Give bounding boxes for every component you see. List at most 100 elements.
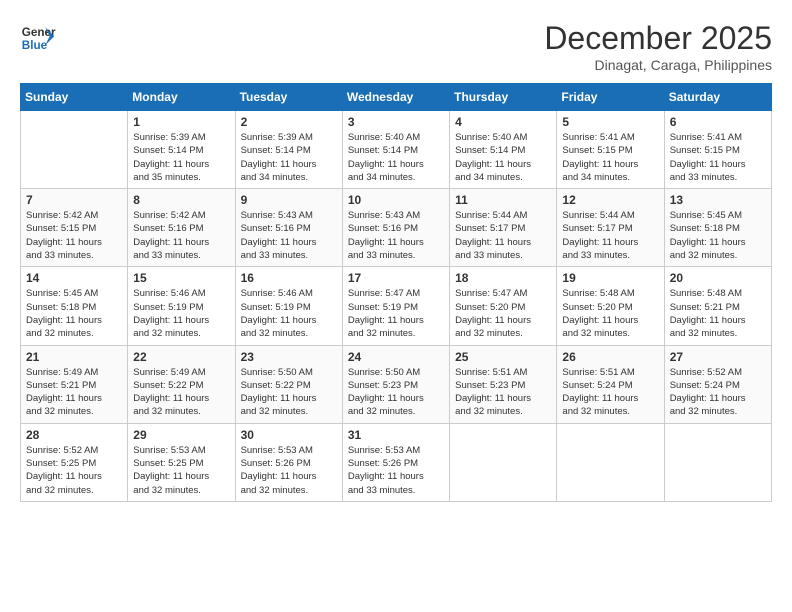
cell-info: Sunrise: 5:52 AMSunset: 5:25 PMDaylight:… — [26, 444, 122, 497]
day-header-sunday: Sunday — [21, 84, 128, 111]
calendar-cell: 14 Sunrise: 5:45 AMSunset: 5:18 PMDayligh… — [21, 267, 128, 345]
cell-info: Sunrise: 5:53 AMSunset: 5:26 PMDaylight:… — [348, 444, 444, 497]
calendar-cell: 29 Sunrise: 5:53 AMSunset: 5:25 PMDayligh… — [128, 423, 235, 501]
day-number: 29 — [133, 428, 229, 442]
cell-info: Sunrise: 5:48 AMSunset: 5:20 PMDaylight:… — [562, 287, 658, 340]
calendar-cell: 27 Sunrise: 5:52 AMSunset: 5:24 PMDayligh… — [664, 345, 771, 423]
calendar-table: SundayMondayTuesdayWednesdayThursdayFrid… — [20, 83, 772, 502]
day-number: 23 — [241, 350, 337, 364]
calendar-cell: 5 Sunrise: 5:41 AMSunset: 5:15 PMDaylight… — [557, 111, 664, 189]
cell-info: Sunrise: 5:40 AMSunset: 5:14 PMDaylight:… — [455, 131, 551, 184]
calendar-cell: 20 Sunrise: 5:48 AMSunset: 5:21 PMDayligh… — [664, 267, 771, 345]
calendar-cell: 16 Sunrise: 5:46 AMSunset: 5:19 PMDayligh… — [235, 267, 342, 345]
day-number: 21 — [26, 350, 122, 364]
month-title: December 2025 — [544, 20, 772, 57]
day-number: 13 — [670, 193, 766, 207]
calendar-cell: 17Sunrise: 5:47 AMSunset: 5:19 PMDayligh… — [342, 267, 449, 345]
day-number: 1 — [133, 115, 229, 129]
calendar-cell: 4 Sunrise: 5:40 AMSunset: 5:14 PMDaylight… — [450, 111, 557, 189]
cell-info: Sunrise: 5:42 AMSunset: 5:16 PMDaylight:… — [133, 209, 229, 262]
day-header-saturday: Saturday — [664, 84, 771, 111]
cell-info: Sunrise: 5:46 AMSunset: 5:19 PMDaylight:… — [133, 287, 229, 340]
cell-info: Sunrise: 5:40 AMSunset: 5:14 PMDaylight:… — [348, 131, 444, 184]
calendar-cell: 21 Sunrise: 5:49 AMSunset: 5:21 PMDayligh… — [21, 345, 128, 423]
cell-info: Sunrise: 5:43 AMSunset: 5:16 PMDaylight:… — [241, 209, 337, 262]
day-number: 16 — [241, 271, 337, 285]
calendar-cell: 22Sunrise: 5:49 AMSunset: 5:22 PMDayligh… — [128, 345, 235, 423]
location-subtitle: Dinagat, Caraga, Philippines — [544, 57, 772, 73]
day-number: 28 — [26, 428, 122, 442]
cell-info: Sunrise: 5:46 AMSunset: 5:19 PMDaylight:… — [241, 287, 337, 340]
calendar-cell: 30 Sunrise: 5:53 AMSunset: 5:26 PMDayligh… — [235, 423, 342, 501]
cell-info: Sunrise: 5:51 AMSunset: 5:24 PMDaylight:… — [562, 366, 658, 419]
header: General Blue December 2025 Dinagat, Cara… — [20, 20, 772, 73]
cell-info: Sunrise: 5:47 AMSunset: 5:19 PMDaylight:… — [348, 287, 444, 340]
cell-info: Sunrise: 5:45 AMSunset: 5:18 PMDaylight:… — [670, 209, 766, 262]
day-number: 3 — [348, 115, 444, 129]
calendar-cell: 24 Sunrise: 5:50 AMSunset: 5:23 PMDayligh… — [342, 345, 449, 423]
cell-info: Sunrise: 5:48 AMSunset: 5:21 PMDaylight:… — [670, 287, 766, 340]
calendar-cell: 10 Sunrise: 5:43 AMSunset: 5:16 PMDayligh… — [342, 189, 449, 267]
cell-info: Sunrise: 5:43 AMSunset: 5:16 PMDaylight:… — [348, 209, 444, 262]
cell-info: Sunrise: 5:44 AMSunset: 5:17 PMDaylight:… — [455, 209, 551, 262]
day-number: 24 — [348, 350, 444, 364]
calendar-cell: 3 Sunrise: 5:40 AMSunset: 5:14 PMDaylight… — [342, 111, 449, 189]
week-row-5: 28 Sunrise: 5:52 AMSunset: 5:25 PMDayligh… — [21, 423, 772, 501]
day-number: 14 — [26, 271, 122, 285]
day-number: 20 — [670, 271, 766, 285]
week-row-1: 1 Sunrise: 5:39 AMSunset: 5:14 PMDaylight… — [21, 111, 772, 189]
logo-icon: General Blue — [20, 20, 56, 56]
day-number: 31 — [348, 428, 444, 442]
cell-info: Sunrise: 5:45 AMSunset: 5:18 PMDaylight:… — [26, 287, 122, 340]
week-row-3: 14 Sunrise: 5:45 AMSunset: 5:18 PMDayligh… — [21, 267, 772, 345]
cell-info: Sunrise: 5:52 AMSunset: 5:24 PMDaylight:… — [670, 366, 766, 419]
cell-info: Sunrise: 5:41 AMSunset: 5:15 PMDaylight:… — [562, 131, 658, 184]
day-number: 4 — [455, 115, 551, 129]
day-number: 30 — [241, 428, 337, 442]
calendar-cell: 31 Sunrise: 5:53 AMSunset: 5:26 PMDayligh… — [342, 423, 449, 501]
cell-info: Sunrise: 5:44 AMSunset: 5:17 PMDaylight:… — [562, 209, 658, 262]
svg-text:Blue: Blue — [22, 39, 48, 52]
calendar-cell — [450, 423, 557, 501]
day-number: 15 — [133, 271, 229, 285]
cell-info: Sunrise: 5:51 AMSunset: 5:23 PMDaylight:… — [455, 366, 551, 419]
calendar-cell — [664, 423, 771, 501]
cell-info: Sunrise: 5:53 AMSunset: 5:25 PMDaylight:… — [133, 444, 229, 497]
cell-info: Sunrise: 5:42 AMSunset: 5:15 PMDaylight:… — [26, 209, 122, 262]
calendar-cell: 9Sunrise: 5:43 AMSunset: 5:16 PMDaylight… — [235, 189, 342, 267]
day-header-thursday: Thursday — [450, 84, 557, 111]
week-row-4: 21 Sunrise: 5:49 AMSunset: 5:21 PMDayligh… — [21, 345, 772, 423]
day-number: 6 — [670, 115, 766, 129]
calendar-cell: 23Sunrise: 5:50 AMSunset: 5:22 PMDayligh… — [235, 345, 342, 423]
week-row-2: 7Sunrise: 5:42 AMSunset: 5:15 PMDaylight… — [21, 189, 772, 267]
day-header-friday: Friday — [557, 84, 664, 111]
cell-info: Sunrise: 5:50 AMSunset: 5:23 PMDaylight:… — [348, 366, 444, 419]
cell-info: Sunrise: 5:49 AMSunset: 5:21 PMDaylight:… — [26, 366, 122, 419]
title-area: December 2025 Dinagat, Caraga, Philippin… — [544, 20, 772, 73]
calendar-cell: 1 Sunrise: 5:39 AMSunset: 5:14 PMDaylight… — [128, 111, 235, 189]
day-number: 10 — [348, 193, 444, 207]
day-number: 27 — [670, 350, 766, 364]
calendar-cell: 18Sunrise: 5:47 AMSunset: 5:20 PMDayligh… — [450, 267, 557, 345]
logo: General Blue — [20, 20, 56, 56]
cell-info: Sunrise: 5:39 AMSunset: 5:14 PMDaylight:… — [241, 131, 337, 184]
day-number: 19 — [562, 271, 658, 285]
day-number: 26 — [562, 350, 658, 364]
day-number: 2 — [241, 115, 337, 129]
day-header-monday: Monday — [128, 84, 235, 111]
day-header-tuesday: Tuesday — [235, 84, 342, 111]
calendar-cell: 7Sunrise: 5:42 AMSunset: 5:15 PMDaylight… — [21, 189, 128, 267]
day-number: 5 — [562, 115, 658, 129]
calendar-cell: 2 Sunrise: 5:39 AMSunset: 5:14 PMDaylight… — [235, 111, 342, 189]
calendar-cell: 11 Sunrise: 5:44 AMSunset: 5:17 PMDayligh… — [450, 189, 557, 267]
calendar-cell: 28 Sunrise: 5:52 AMSunset: 5:25 PMDayligh… — [21, 423, 128, 501]
day-number: 25 — [455, 350, 551, 364]
calendar-cell: 6Sunrise: 5:41 AMSunset: 5:15 PMDaylight… — [664, 111, 771, 189]
day-number: 11 — [455, 193, 551, 207]
calendar-cell: 12Sunrise: 5:44 AMSunset: 5:17 PMDayligh… — [557, 189, 664, 267]
cell-info: Sunrise: 5:53 AMSunset: 5:26 PMDaylight:… — [241, 444, 337, 497]
header-row: SundayMondayTuesdayWednesdayThursdayFrid… — [21, 84, 772, 111]
cell-info: Sunrise: 5:39 AMSunset: 5:14 PMDaylight:… — [133, 131, 229, 184]
day-header-wednesday: Wednesday — [342, 84, 449, 111]
day-number: 22 — [133, 350, 229, 364]
